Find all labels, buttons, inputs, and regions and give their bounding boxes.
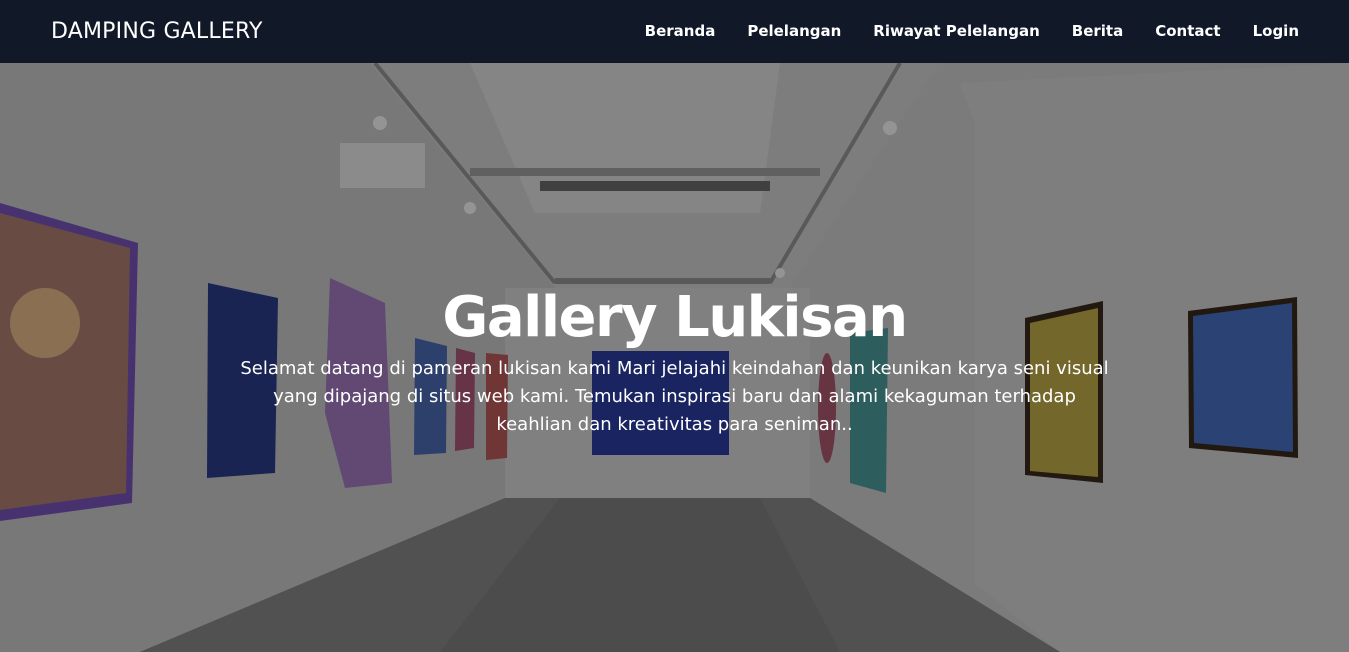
nav-link-berita[interactable]: Berita [1072,22,1123,40]
nav-link-contact[interactable]: Contact [1155,22,1220,40]
navbar: DAMPING GALLERY Beranda Pelelangan Riway… [0,0,1349,63]
brand-logo[interactable]: DAMPING GALLERY [51,19,263,44]
hero-subtitle: Selamat datang di pameran lukisan kami M… [240,358,1109,435]
nav-menu: Beranda Pelelangan Riwayat Pelelangan Be… [645,22,1299,41]
hero-section: Gallery Lukisan Selamat datang di pamera… [0,63,1349,652]
hero-content: Gallery Lukisan Selamat datang di pamera… [0,285,1349,439]
nav-link-riwayat-pelelangan[interactable]: Riwayat Pelelangan [873,22,1039,40]
nav-link-login[interactable]: Login [1253,22,1299,40]
nav-link-pelelangan[interactable]: Pelelangan [747,22,841,40]
hero-title: Gallery Lukisan [442,285,908,350]
nav-link-beranda[interactable]: Beranda [645,22,716,40]
